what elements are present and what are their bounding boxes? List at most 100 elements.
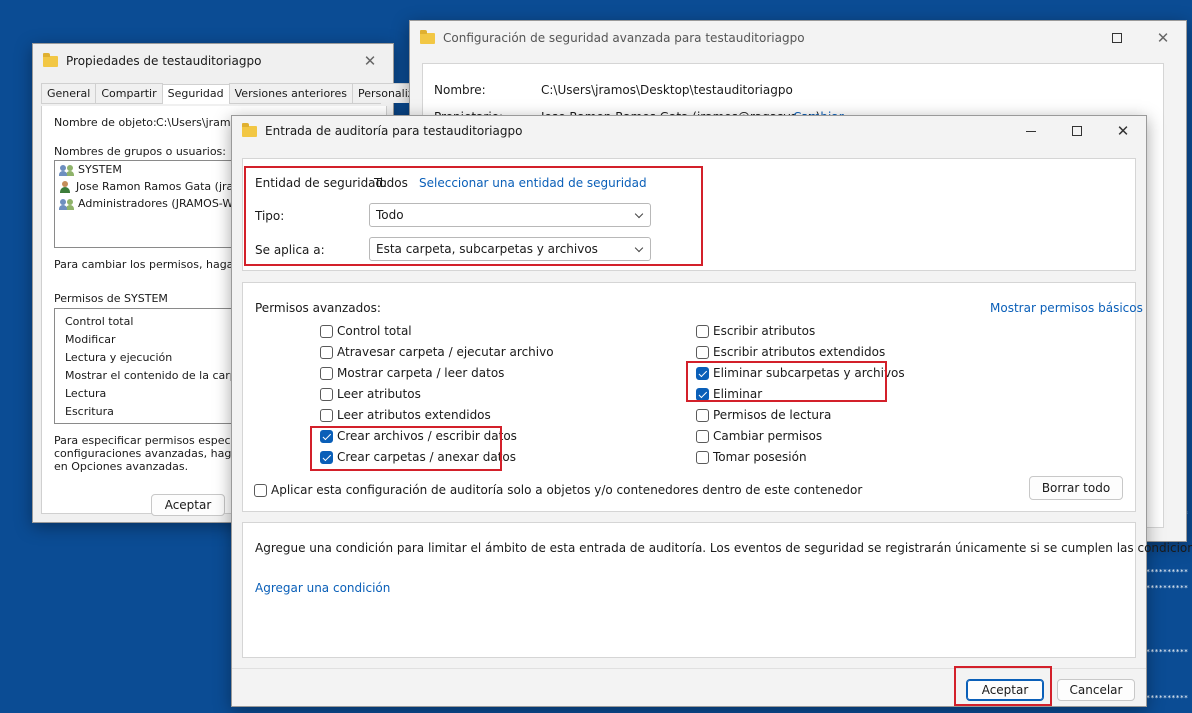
perm-write-ext-attrs[interactable]: Escribir atributos extendidos [696, 343, 885, 361]
principal-label: Entidad de seguridad: [255, 176, 388, 190]
list-item: Control total [65, 314, 134, 328]
checkbox-checked[interactable] [320, 450, 333, 464]
checkbox-checked[interactable] [696, 366, 709, 380]
desktop-text: ********** [1146, 648, 1189, 656]
titlebar: Configuración de seguridad avanzada para… [410, 21, 1186, 55]
checkbox[interactable] [320, 366, 333, 380]
desktop-text: ********** [1146, 694, 1189, 702]
titlebar: Entrada de auditoría para testauditoriag… [232, 116, 1146, 146]
checkbox[interactable] [254, 483, 267, 497]
close-icon[interactable]: ✕ [347, 44, 393, 78]
user-name: Jose Ramon Ramos Gata (jramos [76, 180, 254, 193]
applies-value: Esta carpeta, subcarpetas y archivos [376, 242, 598, 256]
checkbox-label: Eliminar [713, 387, 763, 401]
users-icon [59, 198, 75, 210]
checkbox-label: Mostrar carpeta / leer datos [337, 366, 505, 380]
permissions-group: Permisos avanzados: Mostrar permisos bás… [242, 282, 1143, 512]
checkbox[interactable] [320, 408, 333, 422]
chevron-down-icon [634, 243, 644, 253]
perm-create-files[interactable]: Crear archivos / escribir datos [320, 427, 517, 445]
principal-group: Entidad de seguridad: Todos Seleccionar … [242, 158, 1136, 271]
maximize-icon[interactable] [1094, 21, 1140, 55]
user-name: SYSTEM [78, 163, 122, 176]
checkbox-checked[interactable] [320, 429, 333, 443]
folder-icon [420, 29, 435, 44]
checkbox-label: Permisos de lectura [713, 408, 832, 422]
name-label: Nombre: [434, 83, 486, 97]
clear-all-button[interactable]: Borrar todo [1029, 476, 1123, 500]
checkbox[interactable] [320, 345, 333, 359]
perm-read-ext-attrs[interactable]: Leer atributos extendidos [320, 406, 491, 424]
list-item[interactable]: SYSTEM [55, 161, 253, 178]
minimize-icon[interactable] [1008, 116, 1054, 146]
checkbox-label: Leer atributos [337, 387, 421, 401]
special-text-2: configuraciones avanzadas, haga clic [54, 447, 260, 460]
window-title: Entrada de auditoría para testauditoriag… [265, 124, 523, 138]
chevron-down-icon [634, 209, 644, 219]
maximize-icon[interactable] [1054, 116, 1100, 146]
checkbox-label: Tomar posesión [713, 450, 807, 464]
desktop-text: ********** [1146, 584, 1189, 592]
add-condition-link[interactable]: Agregar una condición [255, 581, 390, 595]
tab-versiones[interactable]: Versiones anteriores [228, 83, 353, 103]
ok-button[interactable]: Aceptar [966, 679, 1044, 701]
users-list[interactable]: SYSTEM Jose Ramon Ramos Gata (jramos Adm… [54, 160, 254, 248]
object-name-label: Nombre de objeto: [54, 116, 157, 129]
name-value: C:\Users\jramos\Desktop\testauditoriagpo [541, 83, 793, 97]
principal-value: Todos [374, 176, 408, 190]
perm-read-perms[interactable]: Permisos de lectura [696, 406, 831, 424]
list-item[interactable]: Jose Ramon Ramos Gata (jramos [55, 178, 253, 195]
special-text-3: en Opciones avanzadas. [54, 460, 189, 473]
list-item: Mostrar el contenido de la carpeta [65, 368, 254, 382]
show-basic-perms-link[interactable]: Mostrar permisos básicos [990, 301, 1143, 315]
checkbox-label: Control total [337, 324, 412, 338]
select-principal-link[interactable]: Seleccionar una entidad de seguridad [419, 176, 647, 190]
list-item: Lectura y ejecución [65, 350, 173, 364]
checkbox[interactable] [320, 387, 333, 401]
perms-list: Control total Modificar Lectura y ejecuc… [54, 308, 254, 424]
perm-create-folders[interactable]: Crear carpetas / anexar datos [320, 448, 516, 466]
perm-control-total[interactable]: Control total [320, 322, 412, 340]
list-item: Escritura [65, 404, 114, 418]
audit-entry-window: Entrada de auditoría para testauditoriag… [231, 115, 1192, 707]
perm-traverse[interactable]: Atravesar carpeta / ejecutar archivo [320, 343, 554, 361]
window-title: Propiedades de testauditoriagpo [66, 54, 262, 68]
checkbox-checked[interactable] [696, 387, 709, 401]
checkbox[interactable] [696, 345, 709, 359]
perms-label: Permisos de SYSTEM [54, 292, 168, 305]
type-value: Todo [376, 208, 404, 222]
checkbox-label: Crear archivos / escribir datos [337, 429, 517, 443]
type-select[interactable]: Todo [369, 203, 651, 227]
checkbox[interactable] [696, 324, 709, 338]
perm-list-read[interactable]: Mostrar carpeta / leer datos [320, 364, 504, 382]
list-item: Modificar [65, 332, 116, 346]
applies-select[interactable]: Esta carpeta, subcarpetas y archivos [369, 237, 651, 261]
list-item[interactable]: Administradores (JRAMOS-W11\ [55, 195, 253, 212]
perm-take-ownership[interactable]: Tomar posesión [696, 448, 807, 466]
checkbox[interactable] [696, 408, 709, 422]
dialog-footer: Aceptar Cancelar [232, 668, 1146, 706]
type-label: Tipo: [255, 209, 285, 223]
folder-icon [43, 52, 58, 67]
perm-delete-subfolders[interactable]: Eliminar subcarpetas y archivos [696, 364, 905, 382]
user-name: Administradores (JRAMOS-W11\ [78, 197, 251, 210]
checkbox-label: Atravesar carpeta / ejecutar archivo [337, 345, 554, 359]
apply-only-container[interactable]: Aplicar esta configuración de auditoría … [254, 481, 862, 499]
tab-seguridad[interactable]: Seguridad [161, 84, 230, 104]
perm-write-attrs[interactable]: Escribir atributos [696, 322, 815, 340]
checkbox[interactable] [696, 450, 709, 464]
close-icon[interactable]: ✕ [1140, 21, 1186, 55]
checkbox-label: Cambiar permisos [713, 429, 823, 443]
tab-compartir[interactable]: Compartir [95, 83, 163, 103]
close-icon[interactable]: ✕ [1100, 116, 1146, 146]
checkbox-label: Leer atributos extendidos [337, 408, 491, 422]
cancel-button[interactable]: Cancelar [1057, 679, 1135, 701]
checkbox[interactable] [696, 429, 709, 443]
checkbox[interactable] [320, 324, 333, 338]
ok-button[interactable]: Aceptar [151, 494, 225, 516]
tab-general[interactable]: General [41, 83, 97, 103]
perm-change-perms[interactable]: Cambiar permisos [696, 427, 822, 445]
conditions-group: Agregue una condición para limitar el ám… [242, 522, 1192, 658]
perm-delete[interactable]: Eliminar [696, 385, 762, 403]
perm-read-attrs[interactable]: Leer atributos [320, 385, 421, 403]
